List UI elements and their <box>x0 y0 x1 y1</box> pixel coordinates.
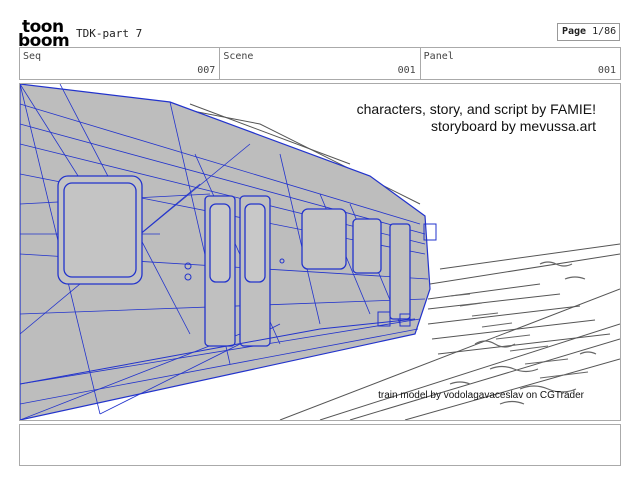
toonboom-logo: toon boom <box>18 19 70 51</box>
window-front-1 <box>301 208 347 270</box>
page-label: Page <box>562 26 587 37</box>
meta-row: Seq 007 Scene 001 Panel 001 <box>19 47 621 80</box>
storyboard-panel: characters, story, and script by FAMIE! … <box>19 83 621 421</box>
notes-box <box>19 424 621 466</box>
door-left-window <box>209 203 231 283</box>
door-front <box>389 223 411 320</box>
page-indicator: Page 1/86 <box>557 23 620 41</box>
scene-cell: Scene 001 <box>220 48 421 79</box>
panel-value: 001 <box>597 65 616 76</box>
window-front-2 <box>352 218 382 274</box>
snow-scribbles <box>449 261 597 405</box>
credit-storyboard: storyboard by mevussa.art <box>431 118 596 134</box>
credit-model: train model by vodolagavaceslav on CGTra… <box>378 390 584 401</box>
project-title: TDK-part 7 <box>76 27 143 40</box>
panel-cell: Panel 001 <box>421 48 620 79</box>
scene-value: 001 <box>397 65 416 76</box>
credit-characters: characters, story, and script by FAMIE! <box>356 101 596 117</box>
seq-cell: Seq 007 <box>20 48 221 79</box>
seq-label: Seq <box>23 51 42 62</box>
rail-ties <box>449 293 589 379</box>
window-rear <box>57 175 143 285</box>
door-right-window <box>244 203 266 283</box>
logo-text-bottom: boom <box>18 31 70 51</box>
train-drawing <box>20 84 620 420</box>
seq-value: 007 <box>197 65 216 76</box>
page-value: 1/86 <box>592 26 617 37</box>
panel-label: Panel <box>423 51 454 62</box>
scene-label: Scene <box>223 51 254 62</box>
